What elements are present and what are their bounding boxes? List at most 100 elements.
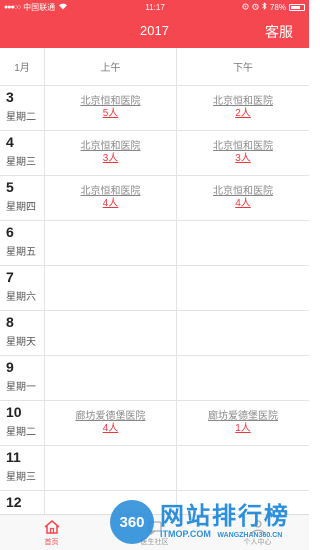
afternoon-header: 下午 xyxy=(233,63,253,74)
patient-count-link[interactable]: 5人 xyxy=(103,108,119,120)
page-title: 2017 xyxy=(140,23,169,38)
date-cell: 3 星期二 xyxy=(0,86,45,130)
day-row: 3 星期二 北京恒和医院 5人 北京恒和医院 2人 xyxy=(0,86,309,131)
hospital-link[interactable]: 北京恒和医院 xyxy=(213,186,273,198)
day-row: 4 星期三 北京恒和医院 3人 北京恒和医院 3人 xyxy=(0,131,309,176)
hospital-link[interactable]: 廊坊爱德堡医院 xyxy=(208,411,278,423)
tab-community[interactable]: 医生社区 xyxy=(103,515,206,550)
day-number: 12 xyxy=(6,494,22,510)
tab-bar: 首页 医生社区 个人中心 xyxy=(0,514,309,550)
day-row: 11 星期三 xyxy=(0,446,309,491)
status-bar: ●●●○○ 中国联通 11:17 78% xyxy=(0,0,309,14)
community-icon xyxy=(146,519,164,537)
schedule-header: 1月 上午 下午 xyxy=(0,48,309,86)
afternoon-slot[interactable]: 北京恒和医院 4人 xyxy=(177,176,309,220)
battery-percent: 78% xyxy=(269,2,286,12)
morning-header: 上午 xyxy=(45,48,177,85)
signal-strength-icon: ●●●○○ xyxy=(4,3,21,11)
morning-slot[interactable] xyxy=(45,311,177,355)
weekday-label: 星期二 xyxy=(6,112,36,123)
schedule-list: 3 星期二 北京恒和医院 5人 北京恒和医院 2人 4 星期三 北京恒和医院 3… xyxy=(0,86,309,536)
person-icon xyxy=(249,519,267,537)
patient-count-link[interactable]: 3人 xyxy=(103,153,119,165)
date-cell: 6 星期五 xyxy=(0,221,45,265)
date-cell: 8 星期天 xyxy=(0,311,45,355)
patient-count-link[interactable]: 1人 xyxy=(235,423,251,435)
day-number: 3 xyxy=(6,89,14,105)
hospital-link[interactable]: 北京恒和医院 xyxy=(213,96,273,108)
alarm-icon xyxy=(252,3,259,12)
weekday-label: 星期三 xyxy=(6,472,36,483)
morning-slot[interactable]: 北京恒和医院 4人 xyxy=(45,176,177,220)
day-number: 4 xyxy=(6,134,14,150)
morning-slot[interactable]: 北京恒和医院 5人 xyxy=(45,86,177,130)
morning-slot[interactable] xyxy=(45,356,177,400)
afternoon-slot[interactable]: 北京恒和医院 2人 xyxy=(177,86,309,130)
weekday-label: 星期一 xyxy=(6,382,36,393)
morning-slot[interactable]: 北京恒和医院 3人 xyxy=(45,131,177,175)
patient-count-link[interactable]: 3人 xyxy=(235,153,251,165)
bluetooth-icon xyxy=(262,2,267,12)
weekday-label: 星期六 xyxy=(6,292,36,303)
hospital-link[interactable]: 北京恒和医院 xyxy=(213,141,273,153)
date-cell: 7 星期六 xyxy=(0,266,45,310)
day-number: 6 xyxy=(6,224,14,240)
afternoon-slot[interactable]: 北京恒和医院 3人 xyxy=(177,131,309,175)
weekday-label: 星期四 xyxy=(6,202,36,213)
day-number: 8 xyxy=(6,314,14,330)
day-number: 9 xyxy=(6,359,14,375)
location-icon xyxy=(242,2,249,12)
morning-slot[interactable] xyxy=(45,266,177,310)
tab-label: 首页 xyxy=(44,538,59,546)
status-right: 78% xyxy=(242,2,305,12)
date-cell: 11 星期三 xyxy=(0,446,45,490)
day-number: 10 xyxy=(6,404,22,420)
morning-slot[interactable] xyxy=(45,221,177,265)
day-number: 11 xyxy=(6,449,21,465)
hospital-link[interactable]: 北京恒和医院 xyxy=(81,186,141,198)
date-cell: 10 星期二 xyxy=(0,401,45,445)
date-cell: 9 星期一 xyxy=(0,356,45,400)
weekday-label: 星期五 xyxy=(6,247,36,258)
tab-label: 医生社区 xyxy=(140,538,169,546)
day-number: 7 xyxy=(6,269,14,285)
afternoon-slot[interactable] xyxy=(177,311,309,355)
tab-profile[interactable]: 个人中心 xyxy=(206,515,309,550)
day-row: 7 星期六 xyxy=(0,266,309,311)
home-icon xyxy=(43,519,61,537)
weekday-label: 星期三 xyxy=(6,157,36,168)
tab-label: 个人中心 xyxy=(243,538,272,546)
morning-slot[interactable] xyxy=(45,446,177,490)
afternoon-slot[interactable] xyxy=(177,266,309,310)
date-cell: 5 星期四 xyxy=(0,176,45,220)
patient-count-link[interactable]: 2人 xyxy=(235,108,251,120)
month-label: 1月 xyxy=(0,48,45,85)
afternoon-slot[interactable] xyxy=(177,221,309,265)
day-row: 5 星期四 北京恒和医院 4人 北京恒和医院 4人 xyxy=(0,176,309,221)
hospital-link[interactable]: 廊坊爱德堡医院 xyxy=(76,411,146,423)
afternoon-slot[interactable] xyxy=(177,356,309,400)
afternoon-slot[interactable] xyxy=(177,446,309,490)
morning-slot[interactable]: 廊坊爱德堡医院 4人 xyxy=(45,401,177,445)
day-row: 9 星期一 xyxy=(0,356,309,401)
hospital-link[interactable]: 北京恒和医院 xyxy=(81,141,141,153)
day-row: 6 星期五 xyxy=(0,221,309,266)
weekday-label: 星期二 xyxy=(6,427,36,438)
status-left: ●●●○○ 中国联通 xyxy=(4,2,68,13)
afternoon-slot[interactable]: 廊坊爱德堡医院 1人 xyxy=(177,401,309,445)
carrier-label: 中国联通 xyxy=(23,2,56,12)
nav-bar: 2017 客服 xyxy=(0,14,309,48)
day-row: 8 星期天 xyxy=(0,311,309,356)
day-row: 10 星期二 廊坊爱德堡医院 4人 廊坊爱德堡医院 1人 xyxy=(0,401,309,446)
clock-label: 11:17 xyxy=(145,2,165,12)
battery-icon xyxy=(289,3,305,11)
day-number: 5 xyxy=(6,179,14,195)
weekday-label: 星期天 xyxy=(6,337,36,348)
patient-count-link[interactable]: 4人 xyxy=(235,198,251,210)
tab-home[interactable]: 首页 xyxy=(0,515,103,550)
date-cell: 4 星期三 xyxy=(0,131,45,175)
patient-count-link[interactable]: 4人 xyxy=(103,198,119,210)
hospital-link[interactable]: 北京恒和医院 xyxy=(81,96,141,108)
patient-count-link[interactable]: 4人 xyxy=(103,423,119,435)
customer-service-button[interactable]: 客服 xyxy=(265,22,293,42)
